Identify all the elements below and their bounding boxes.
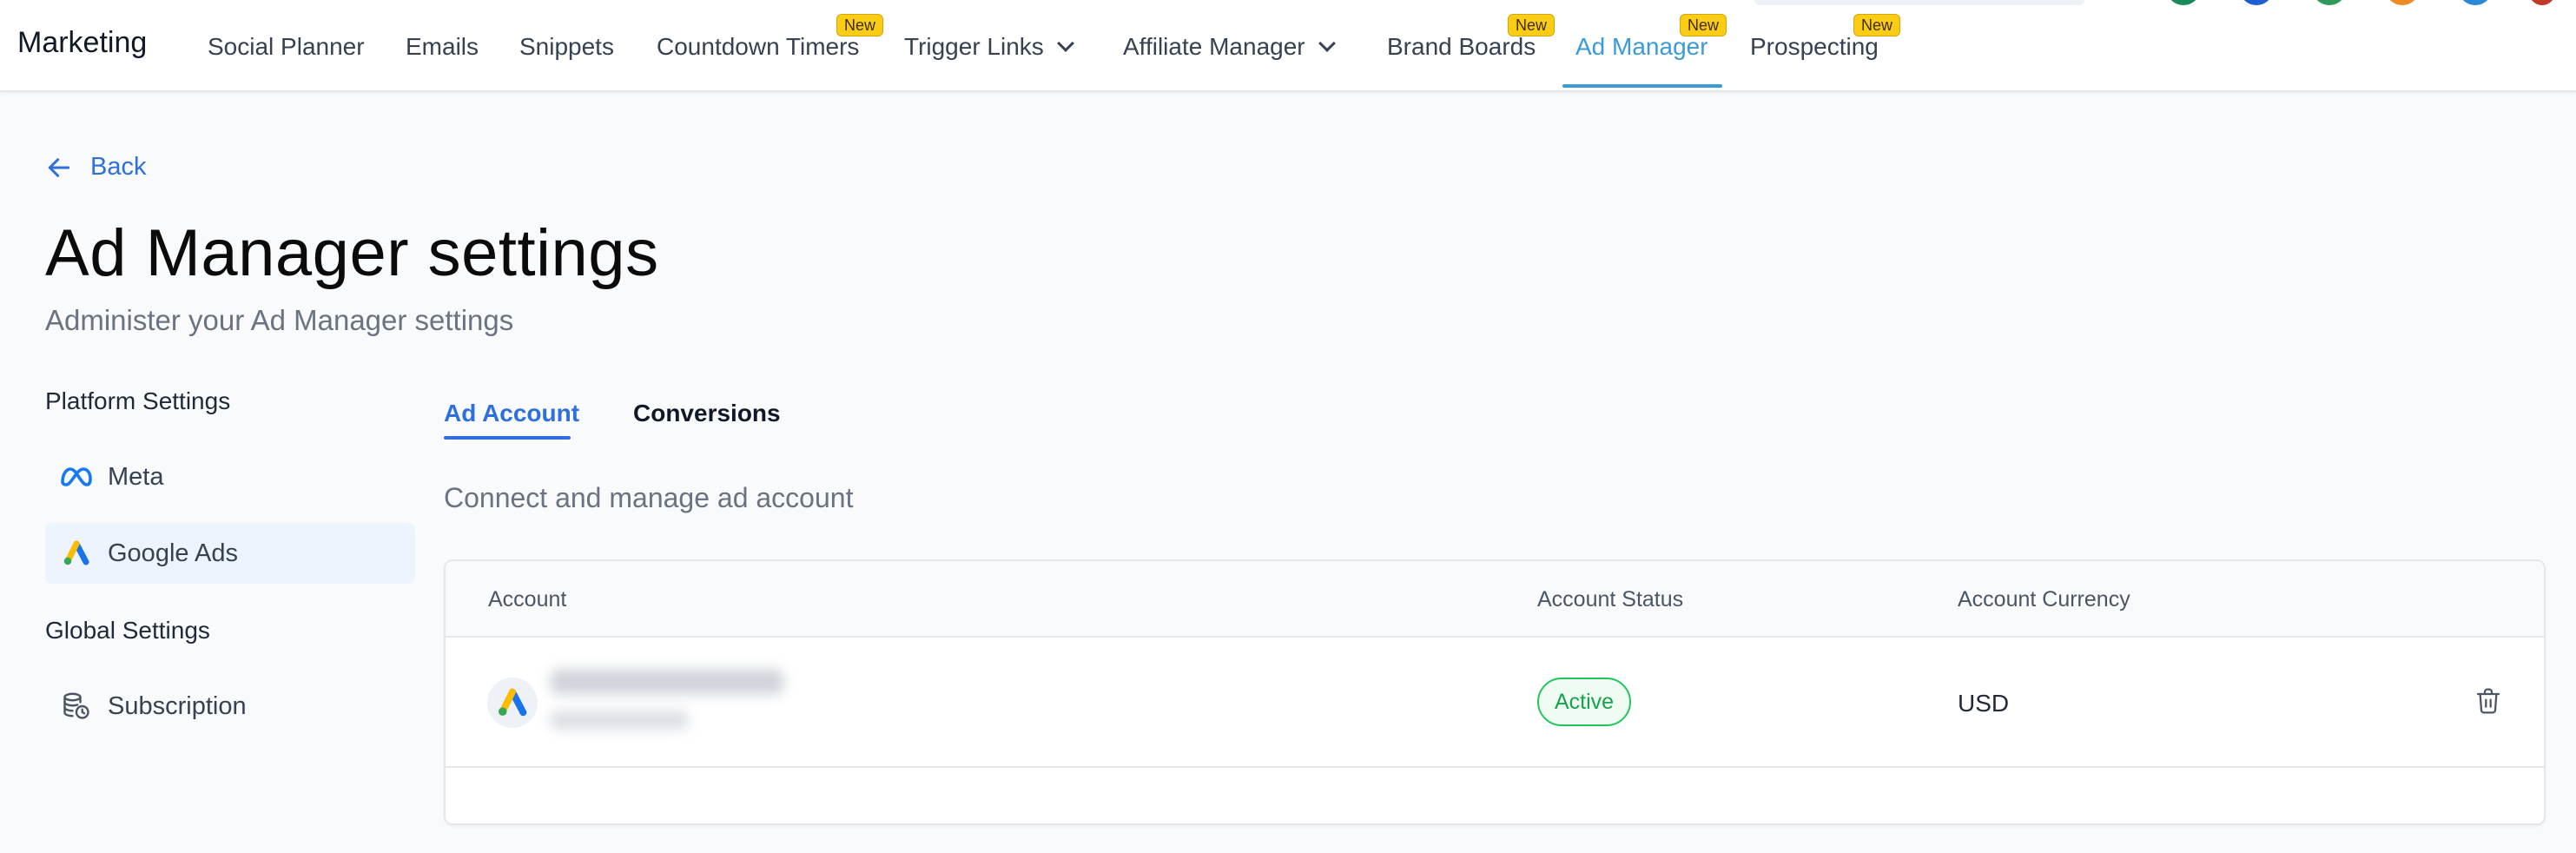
table-row: Active USD bbox=[446, 638, 2544, 768]
page-title: Ad Manager settings bbox=[45, 216, 659, 290]
database-clock-icon bbox=[59, 689, 94, 724]
sidebar-item-label: Meta bbox=[108, 462, 164, 491]
nav-brand-boards[interactable]: Brand Boards bbox=[1387, 33, 1536, 61]
new-badge: New bbox=[1680, 14, 1727, 36]
nav-trigger-links[interactable]: Trigger Links bbox=[904, 33, 1074, 61]
google-ads-icon bbox=[59, 536, 94, 571]
nav-social-planner[interactable]: Social Planner bbox=[208, 33, 365, 61]
chevron-down-icon bbox=[1056, 35, 1074, 52]
column-header-account: Account bbox=[488, 587, 567, 612]
column-header-account-status: Account Status bbox=[1537, 587, 1684, 612]
trash-icon bbox=[2476, 688, 2500, 714]
new-badge: New bbox=[1853, 14, 1901, 36]
tab-conversions[interactable]: Conversions bbox=[633, 400, 781, 427]
google-ads-icon bbox=[487, 678, 538, 728]
new-badge: New bbox=[1508, 14, 1556, 36]
table-header: Account Account Status Account Currency bbox=[446, 561, 2544, 638]
nav-countdown-timers[interactable]: Countdown Timers bbox=[657, 33, 859, 61]
account-name-redacted bbox=[550, 669, 784, 695]
chevron-down-icon bbox=[1318, 35, 1336, 52]
nav-ad-manager[interactable]: Ad Manager bbox=[1575, 33, 1708, 61]
sidebar-item-label: Subscription bbox=[108, 691, 247, 720]
new-badge: New bbox=[836, 14, 884, 36]
back-link[interactable]: Back bbox=[45, 153, 146, 182]
global-settings-heading: Global Settings bbox=[45, 617, 210, 644]
page-subtitle: Administer your Ad Manager settings bbox=[45, 304, 514, 336]
arrow-left-icon bbox=[48, 157, 70, 177]
section-description: Connect and manage ad account bbox=[444, 482, 854, 513]
meta-icon bbox=[59, 460, 94, 494]
sidebar-item-google-ads[interactable]: Google Ads bbox=[45, 523, 415, 584]
account-currency: USD bbox=[1958, 690, 2010, 717]
column-header-account-currency: Account Currency bbox=[1958, 587, 2130, 612]
nav-prospecting[interactable]: Prospecting bbox=[1750, 33, 1879, 61]
ad-accounts-table: Account Account Status Account Currency … bbox=[444, 559, 2546, 825]
top-nav-bar: Marketing Social Planner Emails Snippets… bbox=[0, 0, 2576, 92]
platform-settings-heading: Platform Settings bbox=[45, 387, 231, 414]
active-tab-indicator bbox=[444, 436, 571, 440]
nav-affiliate-manager[interactable]: Affiliate Manager bbox=[1123, 33, 1336, 61]
status-badge: Active bbox=[1537, 678, 1632, 726]
delete-account-button[interactable] bbox=[2474, 686, 2502, 720]
nav-affiliate-manager-label: Affiliate Manager bbox=[1123, 33, 1305, 60]
tab-ad-account[interactable]: Ad Account bbox=[444, 400, 579, 427]
sidebar-item-meta[interactable]: Meta bbox=[45, 446, 415, 507]
sidebar-item-subscription[interactable]: Subscription bbox=[45, 676, 415, 737]
nav-emails[interactable]: Emails bbox=[406, 33, 479, 61]
sidebar-item-label: Google Ads bbox=[108, 539, 238, 567]
nav-trigger-links-label: Trigger Links bbox=[904, 33, 1044, 60]
back-label: Back bbox=[90, 153, 147, 181]
main-nav: Social Planner Emails Snippets Countdown… bbox=[0, 0, 2576, 92]
active-nav-indicator bbox=[1562, 84, 1722, 88]
nav-snippets[interactable]: Snippets bbox=[519, 33, 614, 61]
account-id-redacted bbox=[550, 711, 689, 730]
